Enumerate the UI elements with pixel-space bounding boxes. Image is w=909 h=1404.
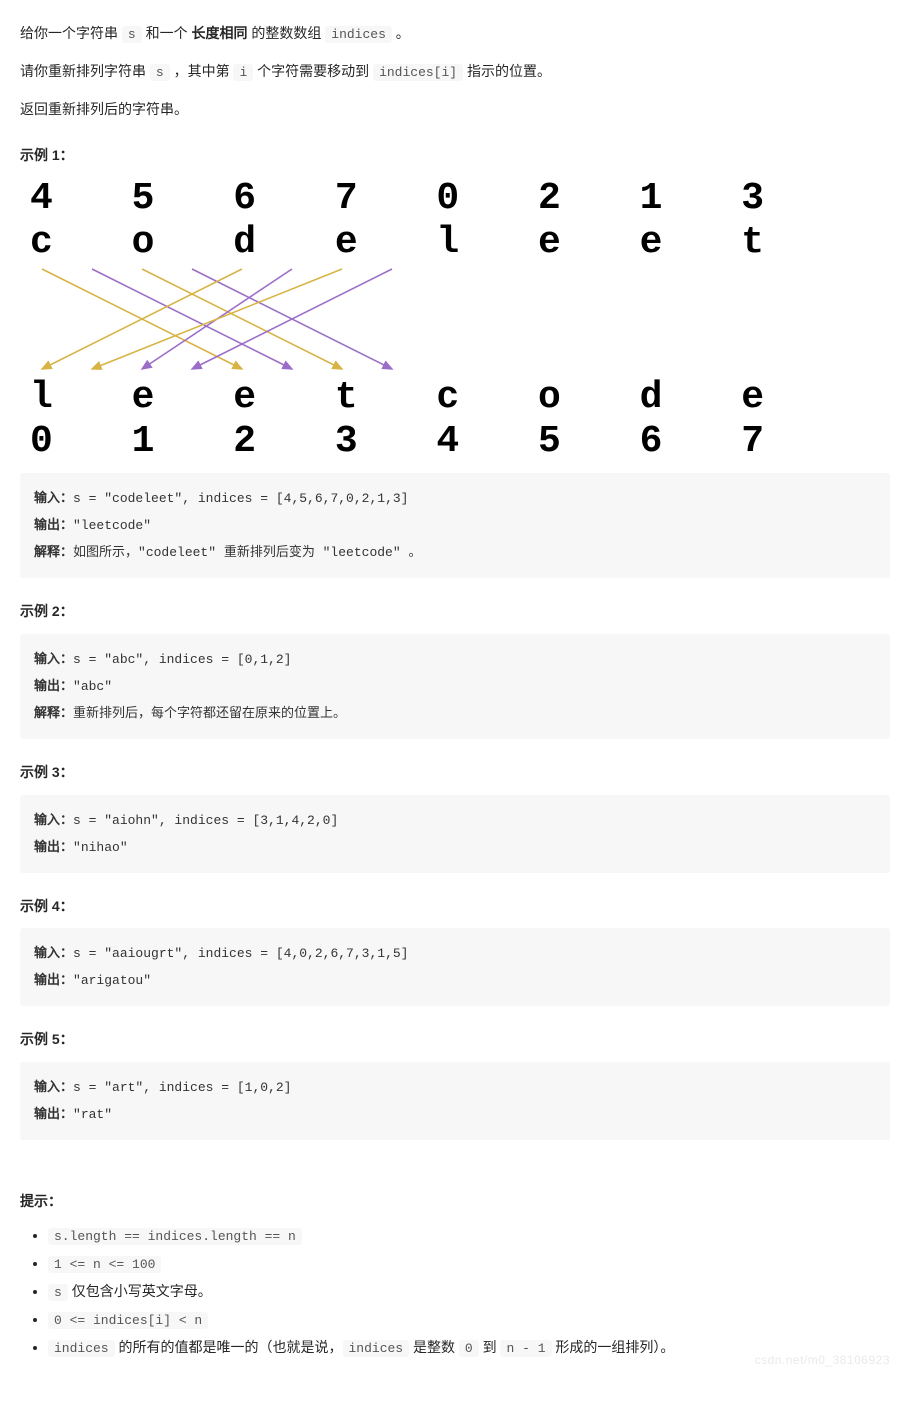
example-title: 示例 1： <box>20 144 890 168</box>
diagram-arrows <box>30 265 420 375</box>
intro-line-1: 给你一个字符串 s 和一个 长度相同 的整数数组 indices 。 <box>20 22 890 46</box>
code-s: s <box>122 26 142 43</box>
code-indices: indices <box>325 26 392 43</box>
intro-line-3: 返回重新排列后的字符串。 <box>20 98 890 122</box>
example-title: 示例 2： <box>20 600 890 624</box>
intro-line-2: 请你重新排列字符串 s ，其中第 i 个字符需要移动到 indices[i] 指… <box>20 60 890 84</box>
diagram-top-chars: c o d e l e e t <box>30 222 890 264</box>
example-code: 输入：s = "codeleet", indices = [4,5,6,7,0,… <box>20 473 890 578</box>
diagram-bottom-chars: l e e t c o d e <box>30 377 890 419</box>
example-code: 输入：s = "art", indices = [1,0,2] 输出："rat" <box>20 1062 890 1140</box>
shuffle-diagram: 4 5 6 7 0 2 1 3 c o d e l e e t <box>30 178 890 463</box>
hints-list: s.length == indices.length == n 1 <= n <… <box>20 1224 890 1360</box>
hint-item: s.length == indices.length == n <box>48 1224 890 1248</box>
hint-item: 1 <= n <= 100 <box>48 1252 890 1276</box>
example-code: 输入：s = "abc", indices = [0,1,2] 输出："abc"… <box>20 634 890 739</box>
diagram-top-indices: 4 5 6 7 0 2 1 3 <box>30 178 890 220</box>
hints-title: 提示： <box>20 1190 890 1214</box>
example-code: 输入：s = "aiohn", indices = [3,1,4,2,0] 输出… <box>20 795 890 873</box>
example-code: 输入：s = "aaiougrt", indices = [4,0,2,6,7,… <box>20 928 890 1006</box>
hint-item: 0 <= indices[i] < n <box>48 1308 890 1332</box>
hint-item: s 仅包含小写英文字母。 <box>48 1280 890 1304</box>
example-title: 示例 5： <box>20 1028 890 1052</box>
example-title: 示例 4： <box>20 895 890 919</box>
example-title: 示例 3： <box>20 761 890 785</box>
diagram-bottom-indices: 0 1 2 3 4 5 6 7 <box>30 421 890 463</box>
watermark: csdn.net/m0_38106923 <box>755 1350 890 1370</box>
